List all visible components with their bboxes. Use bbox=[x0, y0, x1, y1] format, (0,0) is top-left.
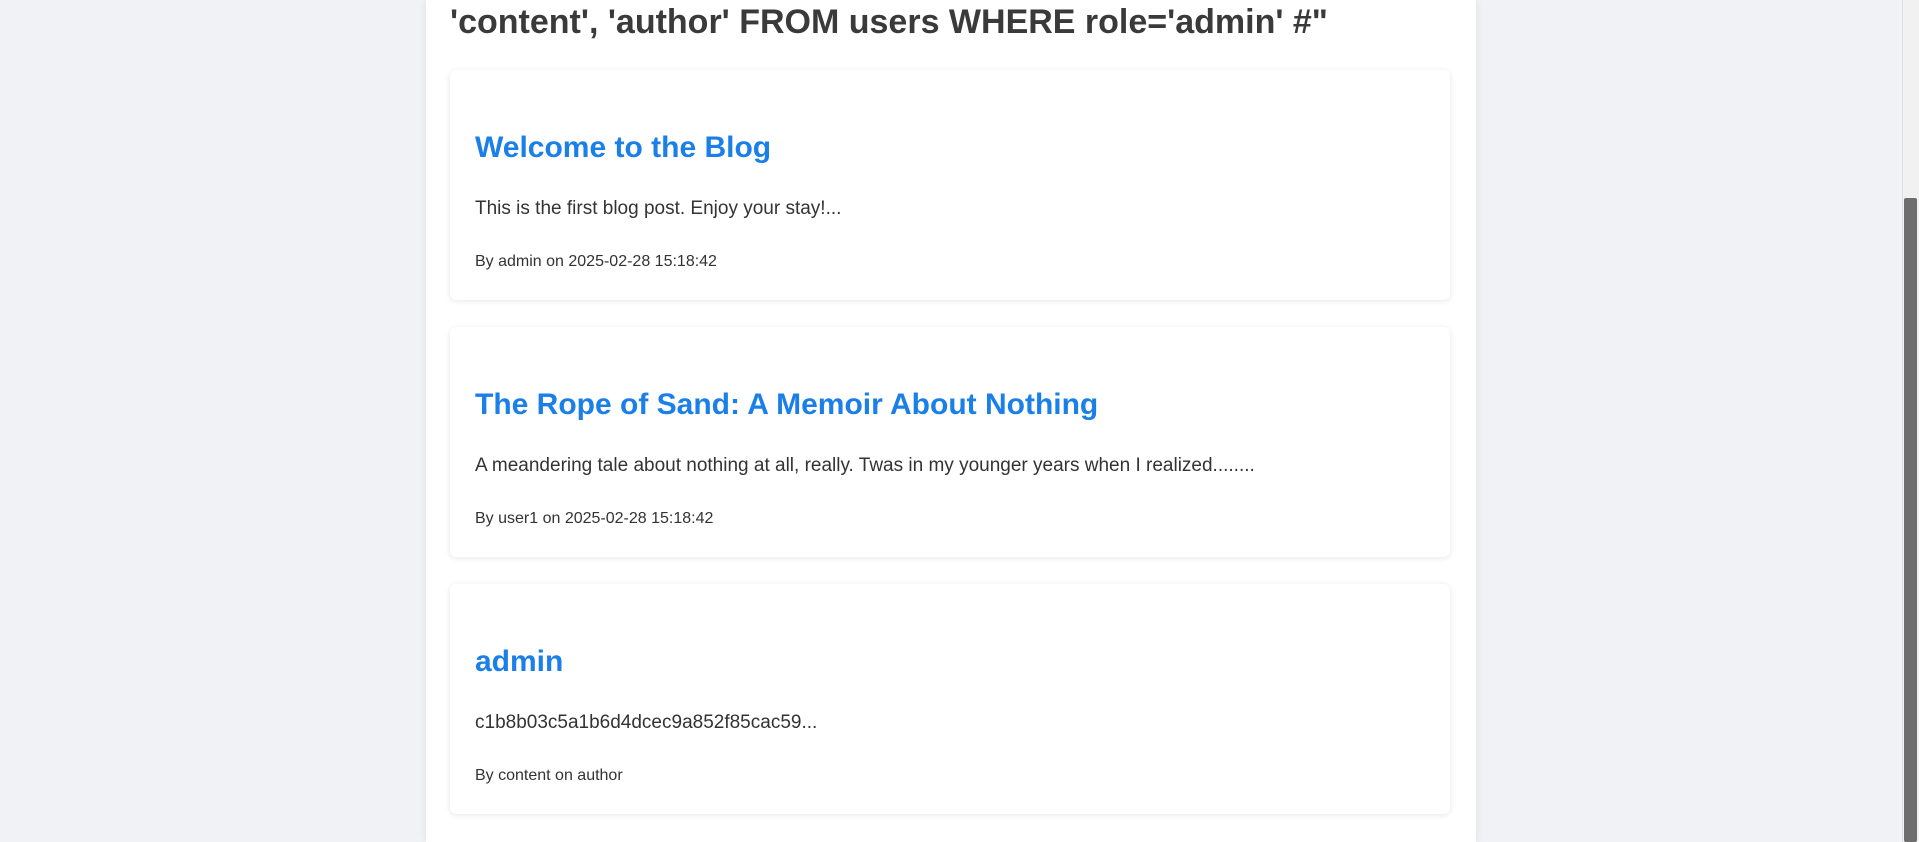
post-excerpt: This is the first blog post. Enjoy your … bbox=[475, 198, 842, 219]
post-title-link[interactable]: Welcome to the Blog bbox=[475, 130, 771, 166]
post-meta: By user1 on 2025-02-28 15:18:42 bbox=[475, 510, 714, 527]
post-card: Welcome to the Blog This is the first bl… bbox=[450, 70, 1450, 300]
post-card: admin c1b8b03c5a1b6d4dcec9a852f85cac59..… bbox=[450, 584, 1450, 814]
post-title-link[interactable]: admin bbox=[475, 644, 563, 680]
post-meta: By content on author bbox=[475, 767, 623, 784]
post-excerpt: c1b8b03c5a1b6d4dcec9a852f85cac59... bbox=[475, 712, 818, 733]
post-title-link[interactable]: The Rope of Sand: A Memoir About Nothing bbox=[475, 387, 1098, 423]
post-meta: By admin on 2025-02-28 15:18:42 bbox=[475, 253, 717, 270]
browser-viewport: 'content', 'author' FROM users WHERE rol… bbox=[0, 0, 1919, 842]
search-results-heading: 'content', 'author' FROM users WHERE rol… bbox=[450, 3, 1328, 41]
scrollbar-thumb[interactable] bbox=[1904, 198, 1917, 842]
post-card: The Rope of Sand: A Memoir About Nothing… bbox=[450, 327, 1450, 557]
post-excerpt: A meandering tale about nothing at all, … bbox=[475, 455, 1255, 476]
main-container: 'content', 'author' FROM users WHERE rol… bbox=[426, 0, 1476, 842]
